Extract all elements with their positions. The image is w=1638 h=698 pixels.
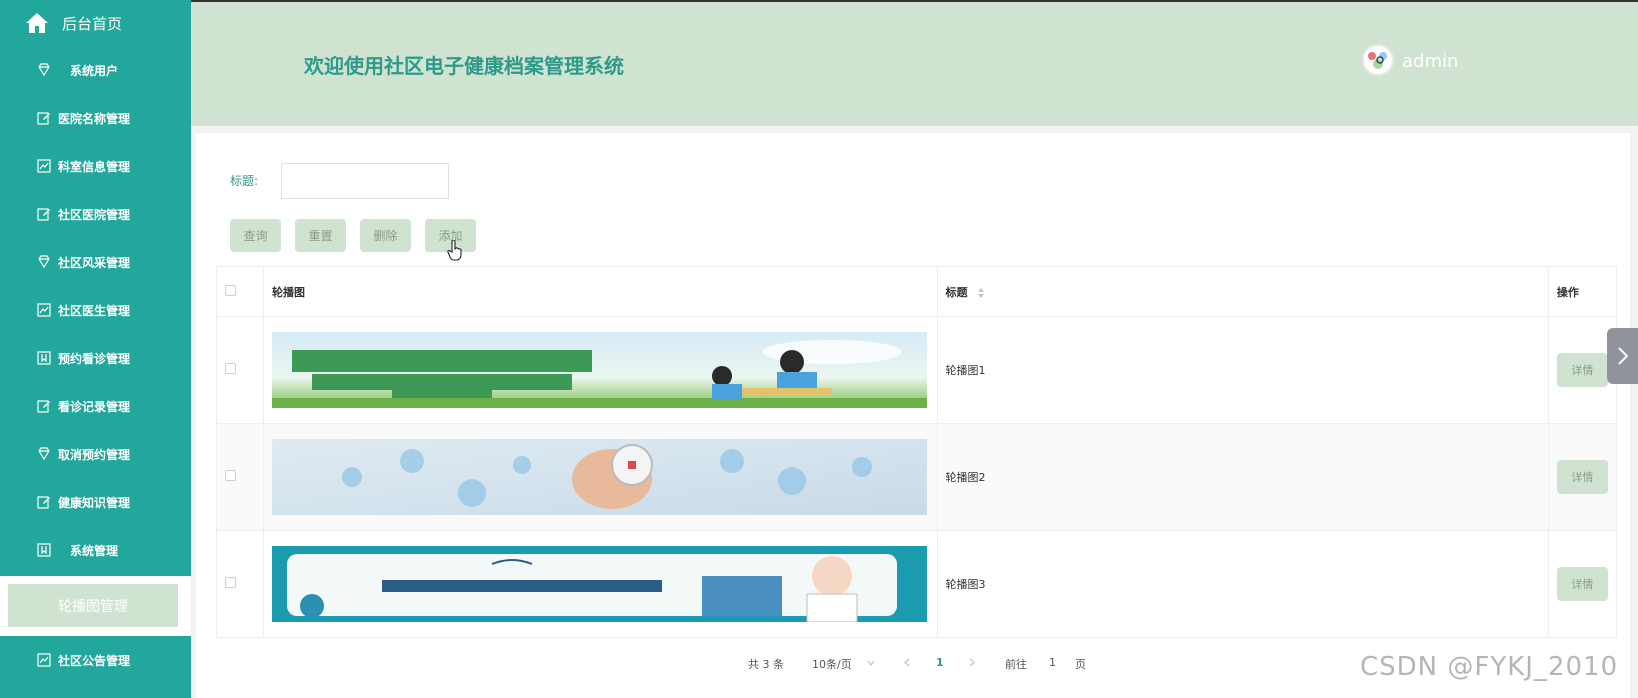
sidebar-item-hospital-name[interactable]: 医院名称管理 <box>0 94 191 142</box>
sidebar-item-label: 健康知识管理 <box>58 495 131 510</box>
page-size-select[interactable]: 10条/页 <box>812 656 852 672</box>
sidebar-item-community-style[interactable]: 社区风采管理 <box>0 238 191 286</box>
row-checkbox[interactable] <box>225 363 236 374</box>
top-header: 欢迎使用社区电子健康档案管理系统 admin <box>191 0 1638 126</box>
sidebar-item-community-hospital[interactable]: 社区医院管理 <box>0 190 191 238</box>
row-image-cell <box>263 530 938 638</box>
row-title: 轮播图2 <box>936 423 1549 531</box>
edit-icon <box>36 494 52 510</box>
carousel-image <box>272 332 928 408</box>
sidebar-item-community-notice[interactable]: 社区公告管理 <box>0 636 191 684</box>
watermark: CSDN @FYKJ_2010 <box>1360 652 1619 682</box>
chart-icon <box>36 158 52 174</box>
sidebar-item-label: 看诊记录管理 <box>58 399 131 414</box>
diamond-icon <box>36 62 52 78</box>
diamond-icon <box>36 446 52 462</box>
carousel-image <box>272 439 928 515</box>
row-title: 轮播图1 <box>936 316 1549 424</box>
bookmark-icon <box>36 542 52 558</box>
prev-page-icon[interactable] <box>904 658 910 667</box>
row-image-cell <box>263 423 938 531</box>
detail-button[interactable]: 详情 <box>1556 567 1608 601</box>
header-title: 标题 <box>945 285 968 299</box>
sidebar-item-community-doctor[interactable]: 社区医生管理 <box>0 286 191 334</box>
chart-icon <box>36 302 52 318</box>
sidebar-item-label: 社区医院管理 <box>58 207 131 222</box>
header-title-cell[interactable]: 标题 <box>936 266 1549 317</box>
side-expand-button[interactable] <box>1607 328 1638 384</box>
edit-icon <box>36 398 52 414</box>
app-root: 后台首页 系统用户 医院名称管理 科室信息管理 社区医院管理 社区风采管理 社区… <box>0 0 1638 698</box>
row-actions-cell: 详情 <box>1547 530 1618 638</box>
row-image-cell <box>263 316 938 424</box>
row-actions-cell: 详情 <box>1547 423 1618 531</box>
row-checkbox-cell <box>215 530 265 638</box>
sidebar-item-appointment[interactable]: 预约看诊管理 <box>0 334 191 382</box>
avatar[interactable] <box>1362 44 1394 76</box>
table-row: 轮播图2 详情 <box>215 423 1618 531</box>
goto-suffix: 页 <box>1075 658 1086 671</box>
carousel-table: 轮播图 标题 操作 轮播图1 详情 轮播图2 详情 轮播图3 详情 <box>215 266 1618 638</box>
sidebar-item-label: 取消预约管理 <box>58 447 131 462</box>
sidebar-item-health-knowledge[interactable]: 健康知识管理 <box>0 478 191 526</box>
row-checkbox-cell <box>215 423 265 531</box>
chart-icon <box>36 652 52 668</box>
sidebar-item-label: 社区风采管理 <box>58 255 131 270</box>
sidebar-item-home[interactable]: 后台首页 <box>0 0 191 46</box>
detail-button[interactable]: 详情 <box>1556 460 1608 494</box>
sidebar-item-label: 系统管理 <box>70 543 119 558</box>
query-button[interactable]: 查询 <box>230 219 281 252</box>
row-checkbox[interactable] <box>225 577 236 588</box>
detail-button[interactable]: 详情 <box>1556 353 1608 387</box>
header-actions: 操作 <box>1547 266 1618 317</box>
row-checkbox-cell <box>215 316 265 424</box>
sort-icon[interactable] <box>977 287 985 298</box>
table-row: 轮播图3 详情 <box>215 530 1618 638</box>
sidebar-item-label: 后台首页 <box>62 14 123 33</box>
sidebar-item-system-management[interactable]: 系统管理 <box>0 526 191 574</box>
row-title: 轮播图3 <box>936 530 1549 638</box>
sidebar-item-label: 预约看诊管理 <box>58 351 131 366</box>
page-title: 欢迎使用社区电子健康档案管理系统 <box>304 54 624 78</box>
sidebar-item-label: 科室信息管理 <box>58 159 131 174</box>
reset-button[interactable]: 重置 <box>295 219 346 252</box>
username[interactable]: admin <box>1402 51 1458 72</box>
search-label: 标题: <box>230 174 259 188</box>
select-all-checkbox[interactable] <box>225 284 236 296</box>
table-row: 轮播图1 详情 <box>215 316 1618 424</box>
next-page-icon[interactable] <box>969 658 975 667</box>
edit-icon <box>36 206 52 222</box>
edit-icon <box>36 110 52 126</box>
search-title-input[interactable] <box>281 163 449 199</box>
current-page[interactable]: 1 <box>936 656 944 669</box>
row-checkbox[interactable] <box>225 470 236 481</box>
header-checkbox-cell <box>215 266 265 317</box>
chevron-right-icon <box>1617 347 1628 365</box>
goto-page-input[interactable]: 1 <box>1049 656 1056 669</box>
sidebar-item-label: 医院名称管理 <box>58 111 131 126</box>
delete-button[interactable]: 删除 <box>360 219 411 252</box>
hand-cursor-icon <box>447 240 462 261</box>
goto-prefix: 前往 <box>1005 658 1027 671</box>
sidebar: 后台首页 系统用户 医院名称管理 科室信息管理 社区医院管理 社区风采管理 社区… <box>0 0 191 698</box>
carousel-image <box>272 546 928 622</box>
home-icon <box>24 10 50 36</box>
sidebar-item-label: 社区公告管理 <box>58 653 131 668</box>
sidebar-item-system-users[interactable]: 系统用户 <box>0 46 191 94</box>
diamond-icon <box>36 254 52 270</box>
pagination-total: 共 3 条 <box>748 658 784 671</box>
chevron-down-icon[interactable] <box>867 660 875 666</box>
header-image: 轮播图 <box>263 266 938 317</box>
sidebar-item-label: 社区医生管理 <box>58 303 131 318</box>
submenu-item-carousel[interactable]: 轮播图管理 <box>8 584 178 627</box>
sidebar-item-cancel-appointment[interactable]: 取消预约管理 <box>0 430 191 478</box>
sidebar-item-label: 系统用户 <box>70 63 119 78</box>
table-header-row: 轮播图 标题 操作 <box>215 266 1618 317</box>
sidebar-item-department[interactable]: 科室信息管理 <box>0 142 191 190</box>
sidebar-item-visit-records[interactable]: 看诊记录管理 <box>0 382 191 430</box>
bookmark-icon <box>36 350 52 366</box>
